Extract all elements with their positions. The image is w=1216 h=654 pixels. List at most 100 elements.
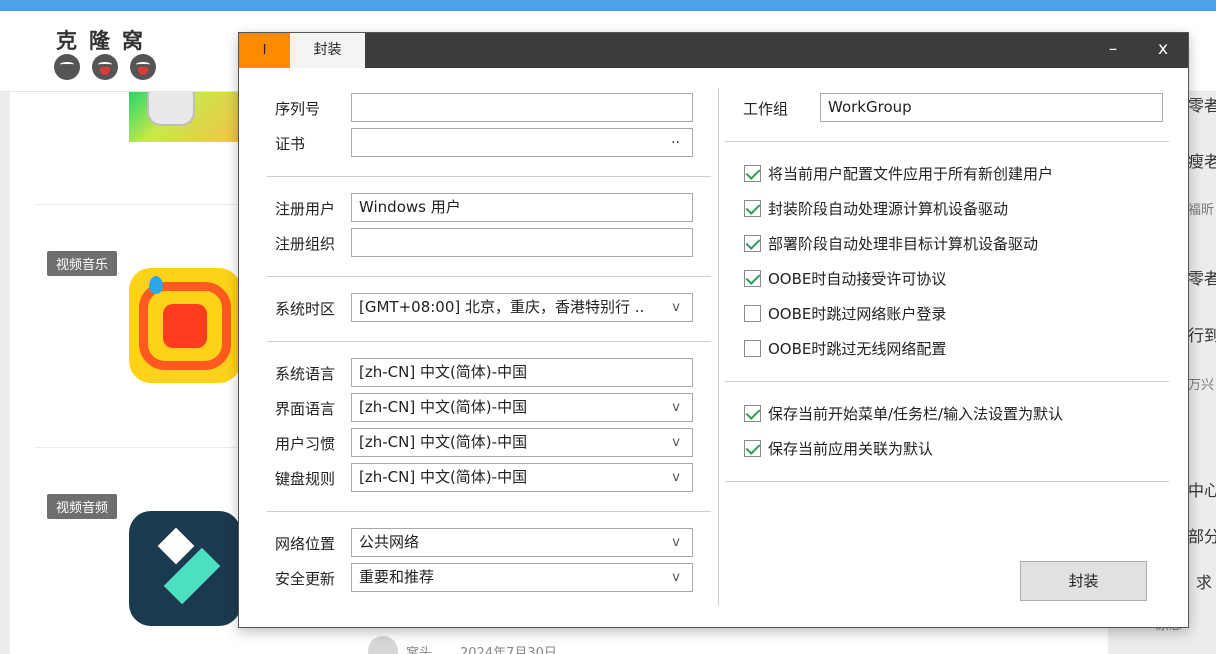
- option-label: OOBE时跳过无线网络配置: [768, 340, 947, 358]
- chevron-down-icon: v: [672, 400, 680, 415]
- ui-lang-value: [zh-CN] 中文(简体)-中国: [359, 398, 528, 416]
- face-icon: [54, 54, 80, 80]
- option-label: OOBE时跳过网络账户登录: [768, 305, 947, 323]
- sys-lang-field[interactable]: [zh-CN] 中文(简体)-中国: [351, 358, 693, 387]
- checkbox[interactable]: [744, 200, 761, 217]
- divider: [725, 141, 1169, 142]
- option-target-drivers[interactable]: 部署阶段自动处理非目标计算机设备驱动: [744, 233, 1038, 254]
- checkbox[interactable]: [744, 405, 761, 422]
- chevron-down-icon: v: [672, 535, 680, 550]
- avatar: [368, 636, 398, 654]
- option-label: 封装阶段自动处理源计算机设备驱动: [768, 200, 1009, 218]
- update-label: 安全更新: [275, 570, 336, 588]
- sidebar-text: 福昕: [1188, 203, 1215, 218]
- divider: [267, 276, 711, 277]
- sidebar-text: 部分: [1188, 527, 1216, 546]
- dialog-body: 序列号 证书 .. 注册用户 Windows 用户 注册组织 系统时区 [GMT…: [239, 68, 1188, 627]
- chevron-down-icon: v: [672, 470, 680, 485]
- cert-label: 证书: [275, 135, 306, 153]
- sidebar-text: 万兴: [1188, 378, 1215, 393]
- reg-org-label: 注册组织: [275, 235, 336, 253]
- divider: [267, 341, 711, 342]
- option-label: 部署阶段自动处理非目标计算机设备驱动: [768, 235, 1039, 253]
- site-logo-text[interactable]: 克隆窝: [56, 25, 155, 55]
- checkbox[interactable]: [744, 440, 761, 457]
- user-habit-select[interactable]: [zh-CN] 中文(简体)-中国 v: [351, 428, 693, 457]
- sidebar-text[interactable]: 零者: [1188, 265, 1216, 289]
- timezone-value: [GMT+08:00] 北京，重庆，香港特别行 ..: [359, 298, 645, 316]
- option-source-drivers[interactable]: 封装阶段自动处理源计算机设备驱动: [744, 198, 1008, 219]
- site-logo-faces: [54, 54, 156, 80]
- timezone-label: 系统时区: [275, 300, 336, 318]
- face-icon: [130, 54, 156, 80]
- option-apply-profile[interactable]: 将当前用户配置文件应用于所有新创建用户: [744, 163, 1053, 184]
- option-label: 将当前用户配置文件应用于所有新创建用户: [768, 165, 1054, 183]
- tab-i[interactable]: I: [239, 33, 290, 68]
- divider: [267, 176, 711, 177]
- option-save-associations[interactable]: 保存当前应用关联为默认: [744, 438, 933, 459]
- keyboard-select[interactable]: [zh-CN] 中文(简体)-中国 v: [351, 463, 693, 492]
- option-label: OOBE时自动接受许可协议: [768, 270, 947, 288]
- ui-lang-select[interactable]: [zh-CN] 中文(简体)-中国 v: [351, 393, 693, 422]
- checkbox[interactable]: [744, 340, 761, 357]
- chevron-down-icon: v: [672, 570, 680, 585]
- sidebar-text[interactable]: 瘦老了: [1188, 148, 1216, 172]
- checkbox[interactable]: [744, 270, 761, 287]
- reg-user-input[interactable]: Windows 用户: [351, 193, 693, 222]
- reg-user-label: 注册用户: [275, 200, 336, 218]
- cert-input[interactable]: ..: [351, 128, 693, 157]
- tab-seal[interactable]: 封装: [290, 33, 365, 68]
- serial-input[interactable]: [351, 93, 693, 122]
- post-date: 2024年7月30日: [460, 645, 557, 654]
- option-accept-license[interactable]: OOBE时自动接受许可协议: [744, 268, 946, 289]
- update-value: 重要和推荐: [359, 568, 435, 586]
- option-label: 保存当前应用关联为默认: [768, 440, 934, 458]
- app-thumbnail[interactable]: [129, 268, 241, 383]
- dialog-titlebar[interactable]: I 封装 – x: [239, 33, 1188, 68]
- seal-dialog: I 封装 – x 序列号 证书 .. 注册用户 Windows 用户 注册组织 …: [238, 32, 1189, 628]
- keyboard-value: [zh-CN] 中文(简体)-中国: [359, 468, 528, 486]
- post-meta: 窝头 2024年7月30日: [368, 636, 557, 654]
- divider: [725, 381, 1169, 382]
- chevron-down-icon: v: [672, 300, 680, 315]
- logo-drop: [149, 276, 163, 294]
- page-top-bar: [0, 0, 1216, 11]
- sys-lang-label: 系统语言: [275, 365, 336, 383]
- sidebar-text[interactable]: 行到1: [1188, 322, 1216, 346]
- browse-button[interactable]: ..: [671, 129, 680, 153]
- network-label: 网络位置: [275, 535, 336, 553]
- option-skip-online-account[interactable]: OOBE时跳过网络账户登录: [744, 303, 946, 324]
- checkbox[interactable]: [744, 305, 761, 322]
- timezone-select[interactable]: [GMT+08:00] 北京，重庆，香港特别行 .. v: [351, 293, 693, 322]
- seal-button[interactable]: 封装: [1020, 561, 1147, 601]
- update-select[interactable]: 重要和推荐 v: [351, 563, 693, 592]
- checkbox[interactable]: [744, 235, 761, 252]
- divider: [267, 511, 711, 512]
- checkbox[interactable]: [744, 165, 761, 182]
- face-icon: [92, 54, 118, 80]
- app-thumbnail[interactable]: [129, 511, 241, 626]
- option-skip-wireless[interactable]: OOBE时跳过无线网络配置: [744, 338, 946, 359]
- chevron-down-icon: v: [672, 435, 680, 450]
- serial-label: 序列号: [275, 100, 321, 118]
- reg-org-input[interactable]: [351, 228, 693, 257]
- network-select[interactable]: 公共网络 v: [351, 528, 693, 557]
- column-divider: [718, 88, 719, 606]
- divider: [725, 481, 1169, 482]
- option-save-start-menu[interactable]: 保存当前开始菜单/任务栏/输入法设置为默认: [744, 403, 1063, 424]
- option-label: 保存当前开始菜单/任务栏/输入法设置为默认: [768, 405, 1064, 423]
- sidebar-text[interactable]: 零者: [1188, 92, 1216, 116]
- post-author[interactable]: 窝头: [406, 642, 432, 654]
- ui-lang-label: 界面语言: [275, 400, 336, 418]
- app-thumbnail[interactable]: [129, 92, 241, 142]
- user-habit-label: 用户习惯: [275, 435, 336, 453]
- workgroup-label: 工作组: [743, 100, 789, 118]
- user-habit-value: [zh-CN] 中文(简体)-中国: [359, 433, 528, 451]
- logo-k: [163, 304, 207, 348]
- close-button[interactable]: x: [1143, 33, 1183, 68]
- category-tag[interactable]: 视频音乐: [47, 251, 118, 276]
- workgroup-input[interactable]: WorkGroup: [820, 93, 1163, 122]
- minimize-button[interactable]: –: [1093, 33, 1133, 68]
- sidebar-text[interactable]: 中心: [1188, 477, 1216, 501]
- category-tag[interactable]: 视频音频: [47, 494, 118, 519]
